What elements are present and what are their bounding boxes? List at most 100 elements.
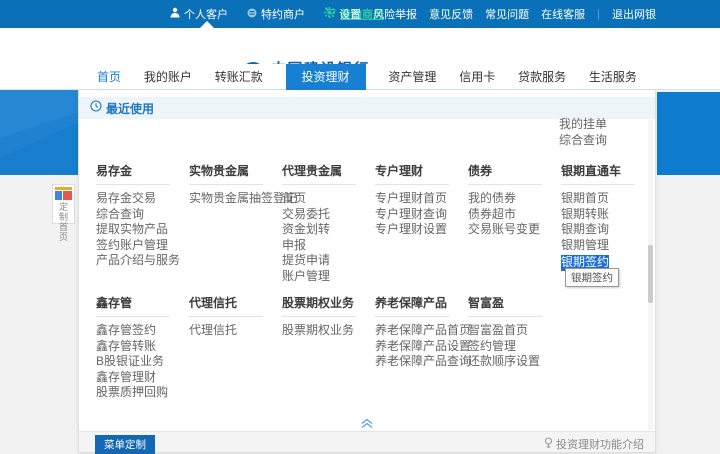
- online-service-link[interactable]: 在线客服: [541, 6, 585, 22]
- menu-link-comprehensive-query[interactable]: 综合查询: [559, 133, 607, 149]
- section-divider: [96, 316, 170, 317]
- menu-section: 代理贵金属首页交易委托资金划转申报提货申请账户管理: [282, 162, 375, 294]
- active-user-notch: [200, 21, 214, 28]
- menu-link[interactable]: 鑫存管签约: [96, 323, 189, 339]
- menu-customize-button[interactable]: 菜单定制: [95, 435, 155, 454]
- feedback-label: 意见反馈: [429, 6, 473, 22]
- recent-use-label: 最近使用: [106, 100, 154, 117]
- menu-link[interactable]: 签约账户管理: [96, 238, 189, 254]
- function-intro-link[interactable]: 投资理财功能介绍: [544, 436, 644, 452]
- faq-label: 常见问题: [485, 6, 529, 22]
- menu-link[interactable]: 专户理财首页: [375, 191, 468, 207]
- layout-icon: [55, 187, 72, 200]
- menu-link[interactable]: 代理信托: [189, 323, 282, 339]
- investment-mega-menu: 最近使用 我的挂单 综合查询 易存金易存金交易综合查询提取实物产品签约账户管理产…: [78, 90, 656, 453]
- menu-link[interactable]: 实物贵金属抽签登记: [189, 191, 282, 207]
- pin-icon: [544, 437, 553, 452]
- logout-link[interactable]: 退出网银: [612, 6, 656, 22]
- nav-item-transfer[interactable]: 转账汇款: [215, 64, 263, 90]
- menu-section: 养老保障产品养老保障产品首页养老保障产品设置养老保障产品查询: [375, 294, 468, 426]
- menu-section-title: 代理贵金属: [282, 162, 375, 179]
- menu-link[interactable]: 鑫存管理财: [96, 370, 189, 386]
- person-icon: [170, 7, 180, 21]
- menu-link[interactable]: 养老保障产品设置: [375, 339, 468, 355]
- customize-homepage-label: 定制 首页: [55, 202, 72, 242]
- menu-section: 股票期权业务股票期权业务: [282, 294, 375, 426]
- menu-link[interactable]: 股票期权业务: [282, 323, 375, 339]
- customize-homepage-widget[interactable]: 定制 首页: [52, 184, 75, 224]
- section-divider: [375, 184, 449, 185]
- menu-link[interactable]: 专户理财查询: [375, 207, 468, 223]
- menu-section-title: 债券: [468, 162, 561, 179]
- menu-link[interactable]: 养老保障产品首页: [375, 323, 468, 339]
- faq-link[interactable]: 常见问题: [485, 6, 529, 22]
- nav-item-loans[interactable]: 贷款服务: [518, 64, 566, 90]
- menu-link[interactable]: 智富盈首页: [468, 323, 561, 339]
- personal-customer-label: 个人客户: [184, 6, 228, 22]
- menu-link[interactable]: 首页: [282, 191, 375, 207]
- nav-item-accounts[interactable]: 我的账户: [144, 64, 192, 90]
- menu-grid: 易存金易存金交易综合查询提取实物产品签约账户管理产品介绍与服务 实物贵金属实物贵金…: [96, 162, 654, 426]
- menu-link[interactable]: 交易委托: [282, 207, 375, 223]
- menu-section-title: 实物贵金属: [189, 162, 282, 179]
- menu-link[interactable]: 交易账号变更: [468, 222, 561, 238]
- settings-link[interactable]: 设置: [324, 6, 361, 22]
- menu-section-title: 股票期权业务: [282, 294, 375, 311]
- risk-report-link[interactable]: 风险举报: [373, 6, 417, 22]
- menu-link[interactable]: 养老保障产品查询: [375, 354, 468, 370]
- section-divider: [468, 184, 542, 185]
- partial-column-links: 我的挂单 综合查询: [559, 117, 607, 148]
- merchant-link[interactable]: 特约商户: [247, 6, 305, 22]
- section-divider: [282, 184, 356, 185]
- menu-scrollbar-thumb[interactable]: [648, 245, 653, 303]
- menu-section-title: 智富盈: [468, 294, 561, 311]
- menu-link[interactable]: 银期转账: [561, 207, 654, 223]
- clock-icon: [90, 99, 102, 117]
- topbar-separator: |: [597, 8, 600, 20]
- menu-link-my-orders[interactable]: 我的挂单: [559, 117, 607, 133]
- menu-link[interactable]: 综合查询: [96, 207, 189, 223]
- menu-section-title: 易存金: [96, 162, 189, 179]
- menu-link[interactable]: 还款顺序设置: [468, 354, 561, 370]
- settings-label: 设置: [339, 6, 361, 22]
- menu-link[interactable]: 债券超市: [468, 207, 561, 223]
- menu-link[interactable]: 专户理财设置: [375, 222, 468, 238]
- menu-link[interactable]: 资金划转: [282, 222, 375, 238]
- merchant-label: 特约商户: [261, 6, 305, 22]
- feedback-link[interactable]: 意见反馈: [429, 6, 473, 22]
- section-divider: [189, 184, 263, 185]
- menu-section-title: 养老保障产品: [375, 294, 468, 311]
- header: 中国建设银行 China Construction Bank 个人网上银行 A+…: [0, 28, 720, 64]
- nav-item-life-services[interactable]: 生活服务: [589, 64, 637, 90]
- menu-link[interactable]: 签约管理: [468, 339, 561, 355]
- nav-item-investment[interactable]: 投资理财: [286, 64, 366, 90]
- menu-section-title: 专户理财: [375, 162, 468, 179]
- online-service-label: 在线客服: [541, 6, 585, 22]
- menu-link[interactable]: 银期首页: [561, 191, 654, 207]
- link-tooltip: 银期签约: [565, 268, 619, 287]
- menu-link[interactable]: 申报: [282, 238, 375, 254]
- menu-section: 债券我的债券债券超市交易账号变更: [468, 162, 561, 294]
- function-intro-label: 投资理财功能介绍: [556, 436, 644, 452]
- menu-section: 专户理财专户理财首页专户理财查询专户理财设置: [375, 162, 468, 294]
- menu-link[interactable]: 鑫存管转账: [96, 339, 189, 355]
- menu-link[interactable]: 提货申请: [282, 253, 375, 269]
- menu-link[interactable]: 银期查询: [561, 222, 654, 238]
- menu-link[interactable]: 我的债券: [468, 191, 561, 207]
- nav-item-home[interactable]: 首页: [97, 64, 121, 90]
- nav-item-credit-card[interactable]: 信用卡: [459, 64, 495, 90]
- menu-link[interactable]: B股银证业务: [96, 354, 189, 370]
- menu-section: 代理信托代理信托: [189, 294, 282, 426]
- logout-label: 退出网银: [612, 6, 656, 22]
- personal-customer-link[interactable]: 个人客户: [170, 6, 228, 22]
- gear-icon: [324, 7, 335, 21]
- nav-item-assets[interactable]: 资产管理: [388, 64, 436, 90]
- menu-link[interactable]: 易存金交易: [96, 191, 189, 207]
- menu-link[interactable]: 股票质押回购: [96, 385, 189, 401]
- menu-link[interactable]: 账户管理: [282, 269, 375, 285]
- section-divider: [375, 316, 449, 317]
- section-divider: [96, 184, 170, 185]
- menu-link[interactable]: 提取实物产品: [96, 222, 189, 238]
- menu-link[interactable]: 产品介绍与服务: [96, 253, 189, 269]
- menu-link[interactable]: 银期管理: [561, 238, 654, 254]
